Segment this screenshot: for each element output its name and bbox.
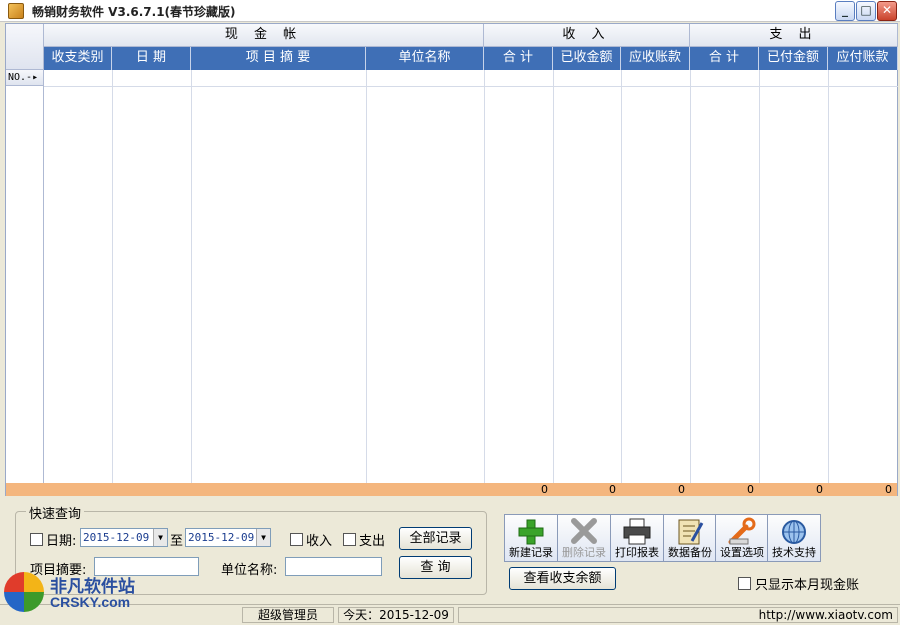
- col-unit[interactable]: 单位名称: [366, 47, 484, 70]
- delete-x-icon: [571, 518, 597, 544]
- plus-icon: [518, 519, 544, 545]
- col-category[interactable]: 收支类别: [44, 47, 112, 70]
- print-report-label: 打印报表: [615, 546, 659, 559]
- minimize-button[interactable]: _: [835, 1, 855, 21]
- expense-label: 支出: [359, 534, 386, 549]
- watermark-line2: CRSKY.com: [50, 594, 131, 610]
- income-label: 收入: [306, 534, 333, 549]
- col-divider: [366, 70, 367, 483]
- delete-record-button[interactable]: 删除记录: [557, 514, 611, 562]
- grid-corner: [6, 24, 44, 70]
- printer-icon: [623, 518, 651, 545]
- col-payable[interactable]: 应付账款: [828, 47, 898, 70]
- support-button[interactable]: 技术支持: [767, 514, 821, 562]
- support-label: 技术支持: [772, 546, 816, 559]
- settings-label: 设置选项: [720, 546, 764, 559]
- chevron-down-icon[interactable]: ▼: [153, 529, 167, 546]
- unit-input[interactable]: [285, 557, 382, 576]
- expense-checkbox[interactable]: [343, 533, 356, 546]
- new-record-button[interactable]: 新建记录: [504, 514, 558, 562]
- date-from-value: 2015-12-09: [83, 531, 150, 544]
- date-from-picker[interactable]: 2015-12-09 ▼: [80, 528, 168, 547]
- col-expense-total[interactable]: 合 计: [690, 47, 759, 70]
- watermark-logo: [4, 572, 44, 612]
- window-title: 畅销财务软件 V3.6.7.1(春节珍藏版): [32, 5, 236, 19]
- total-income: 0: [541, 483, 548, 496]
- col-date[interactable]: 日 期: [112, 47, 191, 70]
- date-to-value: 2015-12-09: [188, 531, 255, 544]
- col-receivable[interactable]: 应收账款: [621, 47, 690, 70]
- col-divider: [828, 70, 829, 483]
- date-to-picker[interactable]: 2015-12-09 ▼: [185, 528, 271, 547]
- col-paid[interactable]: 已付金额: [759, 47, 828, 70]
- chevron-down-icon[interactable]: ▼: [256, 529, 270, 546]
- group-cash-ledger: 现 金 帐: [44, 24, 484, 47]
- total-received: 0: [609, 483, 616, 496]
- row-divider: [44, 86, 898, 87]
- delete-record-label: 删除记录: [562, 546, 606, 559]
- quick-search-title: 快速查询: [26, 503, 85, 522]
- settings-button[interactable]: 设置选项: [715, 514, 769, 562]
- month-only-checkbox[interactable]: [738, 577, 751, 590]
- status-url: http://www.xiaotv.com: [458, 607, 898, 623]
- total-paid: 0: [816, 483, 823, 496]
- status-today: 今天：2015-12-09: [338, 607, 454, 623]
- close-button[interactable]: ✕: [877, 1, 897, 21]
- date-label: 日期:: [46, 534, 77, 549]
- unit-label: 单位名称:: [221, 563, 278, 578]
- row-header[interactable]: NO.-▸: [6, 70, 44, 86]
- col-divider: [191, 70, 192, 483]
- income-checkbox[interactable]: [290, 533, 303, 546]
- total-expense: 0: [747, 483, 754, 496]
- print-report-button[interactable]: 打印报表: [610, 514, 664, 562]
- col-divider: [484, 70, 485, 483]
- col-summary[interactable]: 项 目 摘 要: [191, 47, 366, 70]
- backup-button[interactable]: 数据备份: [663, 514, 717, 562]
- wrench-icon: [728, 517, 756, 545]
- group-income: 收 入: [484, 24, 690, 47]
- globe-icon: [782, 520, 806, 544]
- to-label: 至: [170, 534, 184, 549]
- col-divider: [553, 70, 554, 483]
- col-divider: [759, 70, 760, 483]
- notebook-pencil-icon: [678, 519, 704, 545]
- site-watermark: 非凡软件站 CRSKY.com: [0, 566, 160, 624]
- title-bar: 畅销财务软件 V3.6.7.1(春节珍藏版) _ □ ✕: [0, 0, 900, 22]
- date-checkbox[interactable]: [30, 533, 43, 546]
- all-records-button[interactable]: 全部记录: [399, 527, 472, 550]
- month-only-label: 只显示本月现金账: [755, 578, 860, 593]
- view-balance-button[interactable]: 查看收支余额: [509, 567, 616, 590]
- col-divider: [112, 70, 113, 483]
- maximize-button[interactable]: □: [856, 1, 876, 21]
- status-user: 超级管理员: [242, 607, 334, 623]
- ledger-grid[interactable]: 现 金 帐 收 入 支 出 收支类别 日 期 项 目 摘 要 单位名称 合 计 …: [5, 23, 898, 496]
- group-expense: 支 出: [690, 24, 898, 47]
- totals-row: 0 0 0 0 0 0: [6, 483, 897, 496]
- col-divider: [621, 70, 622, 483]
- row-header-column: [6, 86, 44, 483]
- app-icon: [8, 3, 24, 19]
- total-payable: 0: [885, 483, 892, 496]
- col-income-total[interactable]: 合 计: [484, 47, 553, 70]
- col-received[interactable]: 已收金额: [553, 47, 621, 70]
- query-button[interactable]: 查 询: [399, 556, 472, 579]
- backup-label: 数据备份: [668, 546, 712, 559]
- total-receivable: 0: [678, 483, 685, 496]
- new-record-label: 新建记录: [509, 546, 553, 559]
- col-divider: [690, 70, 691, 483]
